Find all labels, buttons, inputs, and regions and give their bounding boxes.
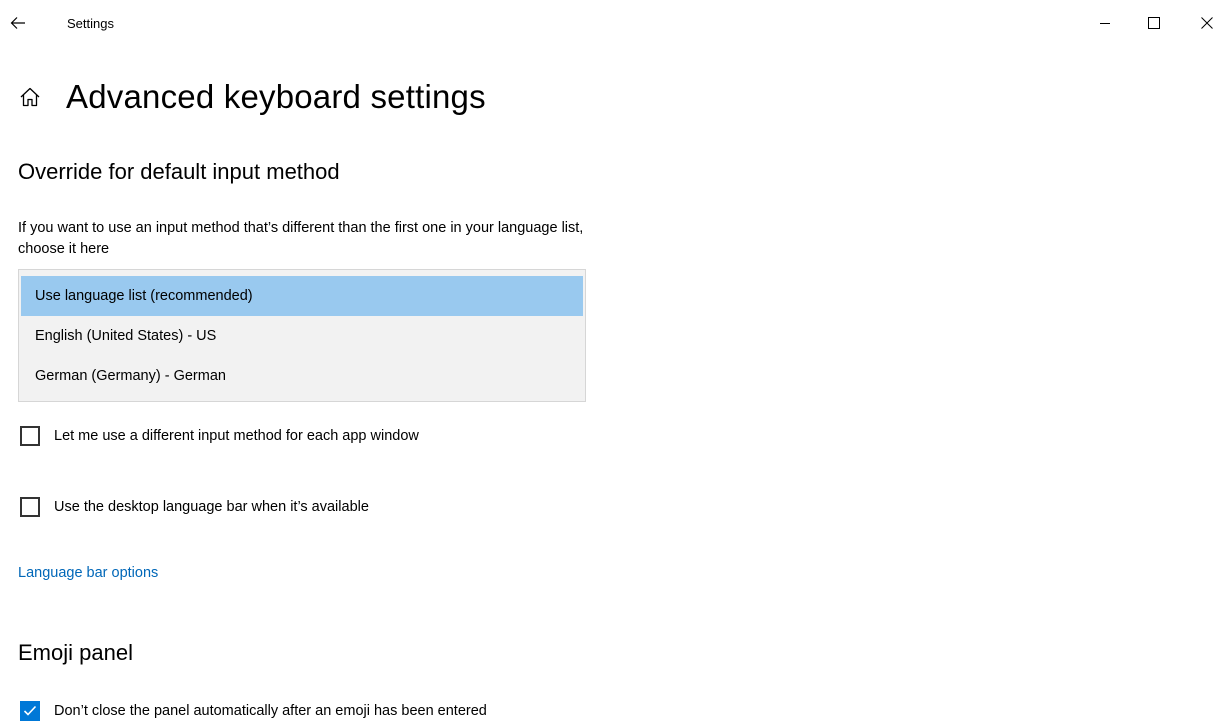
override-section-title: Override for default input method bbox=[18, 159, 340, 184]
language-bar-options-link[interactable]: Language bar options bbox=[18, 565, 158, 581]
maximize-button[interactable] bbox=[1134, 8, 1174, 38]
option-english-us[interactable]: English (United States) - US bbox=[21, 316, 583, 356]
emoji-keep-open-checkbox-row[interactable]: Don’t close the panel automatically afte… bbox=[20, 701, 487, 721]
emoji-section-title: Emoji panel bbox=[18, 640, 133, 665]
app-title: Settings bbox=[67, 16, 114, 31]
close-icon bbox=[1201, 17, 1213, 29]
emoji-keep-open-checkbox[interactable] bbox=[20, 701, 40, 721]
emoji-keep-open-label: Don’t close the panel automatically afte… bbox=[54, 703, 487, 719]
page-header: Advanced keyboard settings bbox=[16, 72, 486, 122]
home-button[interactable] bbox=[16, 83, 44, 111]
arrow-left-icon bbox=[10, 17, 25, 29]
language-bar-checkbox-row[interactable]: Use the desktop language bar when it’s a… bbox=[20, 497, 369, 517]
minimize-button[interactable] bbox=[1085, 8, 1125, 38]
checkmark-icon bbox=[23, 705, 37, 716]
maximize-icon bbox=[1148, 17, 1160, 29]
per-app-input-checkbox-row[interactable]: Let me use a different input method for … bbox=[20, 426, 419, 446]
option-use-language-list[interactable]: Use language list (recommended) bbox=[21, 276, 583, 316]
input-method-listbox[interactable]: Use language list (recommended) English … bbox=[18, 269, 586, 402]
home-icon bbox=[20, 87, 40, 107]
page-title: Advanced keyboard settings bbox=[66, 78, 486, 115]
close-button[interactable] bbox=[1192, 8, 1222, 38]
option-german[interactable]: German (Germany) - German bbox=[21, 356, 583, 396]
per-app-input-checkbox[interactable] bbox=[20, 426, 40, 446]
title-bar: Settings bbox=[0, 0, 1223, 48]
language-bar-label: Use the desktop language bar when it’s a… bbox=[54, 499, 369, 515]
per-app-input-label: Let me use a different input method for … bbox=[54, 428, 419, 444]
language-bar-checkbox[interactable] bbox=[20, 497, 40, 517]
minimize-icon bbox=[1100, 23, 1110, 24]
back-button[interactable] bbox=[4, 10, 32, 36]
override-description: If you want to use an input method that’… bbox=[18, 220, 584, 257]
